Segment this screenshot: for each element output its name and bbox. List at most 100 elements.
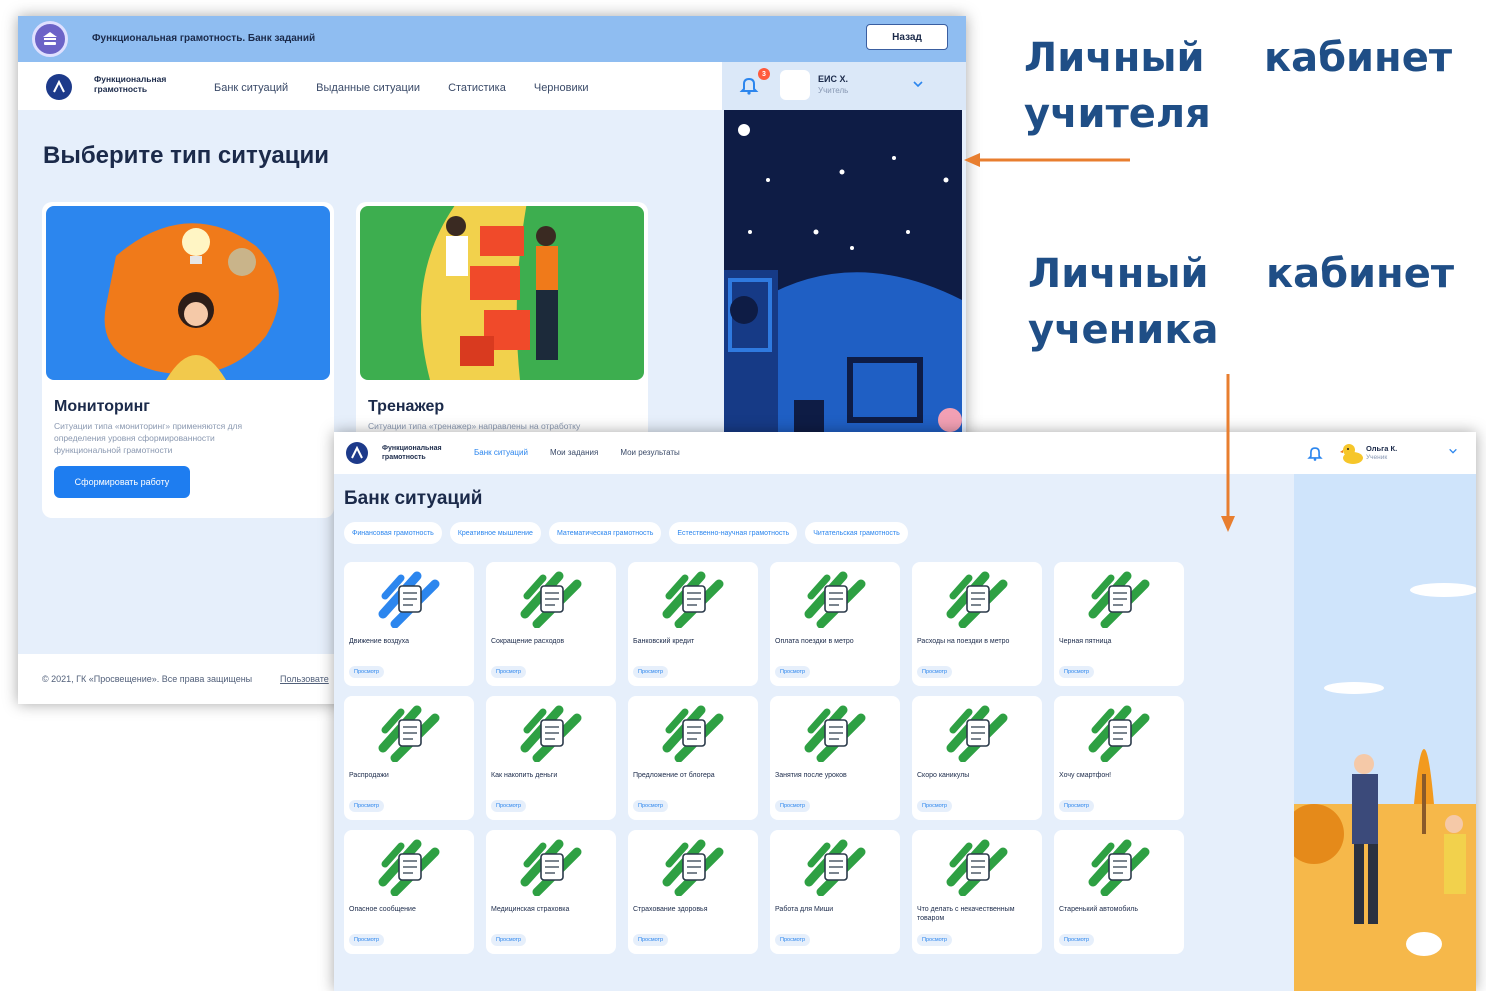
brand-logo-icon[interactable] [346, 442, 368, 464]
footer-link[interactable]: Пользовате [280, 674, 329, 684]
nav-item-my-results[interactable]: Мои результаты [620, 448, 680, 457]
view-button[interactable]: Просмотр [633, 934, 669, 946]
tile-label: Что делать с некачественным товаром [917, 906, 1015, 922]
situation-tile[interactable]: Хочу смартфон! Просмотр [1054, 696, 1184, 820]
tile-label: Банковский кредит [633, 638, 695, 645]
arrow-down-icon [1221, 374, 1235, 532]
student-page-title: Банк ситуаций [344, 488, 483, 509]
work-icon [804, 839, 866, 896]
view-button[interactable]: Просмотр [917, 800, 953, 812]
situation-tile[interactable]: Страхование здоровья Просмотр [628, 830, 758, 954]
situation-tile[interactable]: Что делать с некачественным товаром Просм… [912, 830, 1042, 954]
tile-label: Как накопить деньги [491, 772, 558, 779]
brand-name[interactable]: Функциональная грамотность [94, 74, 194, 94]
view-button[interactable]: Просмотр [1059, 666, 1095, 678]
nav-item-statistics[interactable]: Статистика [448, 82, 506, 94]
chip-reading-literacy[interactable]: Читательская грамотность [805, 522, 908, 544]
situation-tile[interactable]: Опасное сообщение Просмотр [344, 830, 474, 954]
view-button[interactable]: Просмотр [1059, 934, 1095, 946]
tile-label: Старенький автомобиль [1059, 906, 1139, 913]
wind-icon [378, 571, 440, 628]
situation-tile[interactable]: Черная пятница Просмотр [1054, 562, 1184, 686]
view-button[interactable]: Просмотр [917, 666, 953, 678]
student-user-panel: Ольга К. Ученик [1294, 432, 1476, 474]
caption-word: учителя [1024, 91, 1211, 137]
view-button[interactable]: Просмотр [917, 934, 953, 946]
chevron-down-icon[interactable] [912, 78, 924, 90]
bell-icon[interactable] [1306, 444, 1324, 462]
situation-tile[interactable]: Оплата поездки в метро Просмотр [770, 562, 900, 686]
teacher-title-bar: Функциональная грамотность. Банк заданий… [18, 16, 966, 62]
view-button[interactable]: Просмотр [491, 934, 527, 946]
create-work-button[interactable]: Сформировать работу [54, 466, 190, 498]
user-name: Ольга К. [1366, 444, 1398, 453]
shop-sale-icon [378, 705, 440, 762]
caption-word: ученика [1028, 307, 1219, 353]
situation-tile[interactable]: Движение воздуха Просмотр [344, 562, 474, 686]
monitoring-card[interactable]: Мониторинг Ситуации типа «мониторинг» пр… [42, 202, 334, 518]
back-button[interactable]: Назад [866, 24, 948, 50]
chip-science-literacy[interactable]: Естественно-научная грамотность [669, 522, 798, 544]
chip-financial-literacy[interactable]: Финансовая грамотность [344, 522, 442, 544]
view-button[interactable]: Просмотр [491, 666, 527, 678]
monitoring-illustration [46, 206, 330, 380]
brand-name[interactable]: Функциональная грамотность [382, 444, 472, 462]
blogger-icon [662, 705, 724, 762]
chip-math-literacy[interactable]: Математическая грамотность [548, 522, 662, 544]
view-button[interactable]: Просмотр [1059, 800, 1095, 812]
tile-label: Занятия после уроков [775, 772, 847, 779]
situation-tile[interactable]: Банковский кредит Просмотр [628, 562, 758, 686]
teacher-window-title: Функциональная грамотность. Банк заданий [92, 33, 316, 44]
nav-item-my-tasks[interactable]: Мои задания [550, 448, 598, 457]
situation-tile[interactable]: Старенький автомобиль Просмотр [1054, 830, 1184, 954]
health-insurance-icon [662, 839, 724, 896]
nav-item-situation-bank[interactable]: Банк ситуаций [214, 82, 288, 94]
student-menu: Банк ситуаций Мои задания Мои результаты [474, 448, 680, 457]
view-button[interactable]: Просмотр [633, 800, 669, 812]
teacher-user-panel: 3 ЕИС Х. Учитель [722, 62, 966, 110]
chip-creative-thinking[interactable]: Креативное мышление [449, 522, 541, 544]
tile-label: Сокращение расходов [491, 638, 565, 645]
view-button[interactable]: Просмотр [775, 934, 811, 946]
situation-tile[interactable]: Медицинская страховка Просмотр [486, 830, 616, 954]
autumn-illustration [1294, 474, 1476, 991]
user-role: Ученик [1366, 454, 1388, 461]
card-title: Тренажер [368, 398, 445, 415]
nav-item-situation-bank[interactable]: Банк ситуаций [474, 448, 528, 457]
situation-tile[interactable]: Распродажи Просмотр [344, 696, 474, 820]
view-button[interactable]: Просмотр [775, 800, 811, 812]
view-button[interactable]: Просмотр [349, 800, 385, 812]
tile-label: Оплата поездки в метро [775, 638, 854, 645]
view-button[interactable]: Просмотр [491, 800, 527, 812]
situation-tile[interactable]: Расходы на поездки в метро Просмотр [912, 562, 1042, 686]
view-button[interactable]: Просмотр [349, 934, 385, 946]
teacher-nav: Функциональная грамотность Банк ситуаций… [18, 62, 722, 110]
situation-tile[interactable]: Как накопить деньги Просмотр [486, 696, 616, 820]
brand-logo-icon[interactable] [46, 74, 72, 100]
view-button[interactable]: Просмотр [633, 666, 669, 678]
duck-avatar-icon[interactable] [1340, 440, 1366, 466]
tile-label: Страхование здоровья [633, 906, 708, 913]
subject-filter-chips: Финансовая грамотность Креативное мышлен… [344, 522, 908, 544]
defective-product-icon [946, 839, 1008, 896]
caption-word: кабинет [1263, 35, 1452, 81]
situation-tile[interactable]: Занятия после уроков Просмотр [770, 696, 900, 820]
bell-icon[interactable] [738, 74, 760, 96]
tile-label: Скоро каникулы [917, 772, 970, 779]
tile-label: Медицинская страховка [491, 906, 570, 913]
chevron-down-icon[interactable] [1448, 446, 1458, 456]
view-button[interactable]: Просмотр [349, 666, 385, 678]
phone-alert-icon [378, 839, 440, 896]
situation-tile[interactable]: Скоро каникулы Просмотр [912, 696, 1042, 820]
situation-tile[interactable]: Сокращение расходов Просмотр [486, 562, 616, 686]
medical-document-icon [520, 839, 582, 896]
view-button[interactable]: Просмотр [775, 666, 811, 678]
situation-tile[interactable]: Работа для Миши Просмотр [770, 830, 900, 954]
nav-item-drafts[interactable]: Черновики [534, 82, 589, 94]
avatar[interactable] [780, 70, 810, 100]
nav-item-issued-situations[interactable]: Выданные ситуации [316, 82, 420, 94]
situation-tile[interactable]: Предложение от блогера Просмотр [628, 696, 758, 820]
piggy-bank-icon [520, 705, 582, 762]
teacher-menu: Банк ситуаций Выданные ситуации Статисти… [214, 82, 589, 94]
slide: Функциональная грамотность. Банк заданий… [0, 0, 1486, 991]
